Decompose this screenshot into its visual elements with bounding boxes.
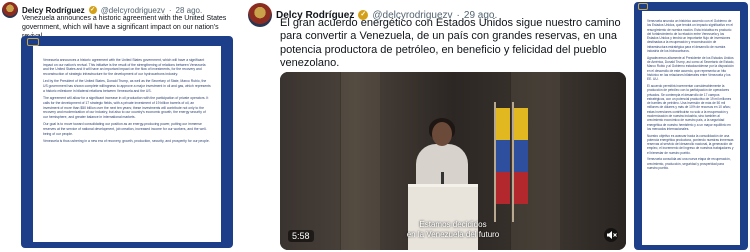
document-paragraph: Led by the President of the United State… — [43, 79, 211, 93]
video-duration: 5:58 — [288, 230, 314, 242]
left-tweet: Delcy Rodríguez ✓ @delcyrodriguezv · 28 … — [0, 0, 238, 252]
document-paragraph: The agreement will allow for a significa… — [43, 96, 209, 119]
document-paragraph: Nuestro objetivo es avanzar hacia la con… — [647, 133, 734, 155]
document-paragraph: Venezuela consolida así una nueva etapa … — [647, 157, 731, 171]
document-paragraph: Agradecemos altamente al Presidente de l… — [647, 55, 735, 82]
document-paragraph: Venezuela is thus ushering in a new era … — [43, 138, 210, 143]
subtitle-line: Estamos decididos — [419, 220, 487, 229]
document-page: Venezuela announces a historic agreement… — [33, 46, 221, 242]
tweet-image-document[interactable]: Venezuela announces a historic agreement… — [21, 36, 233, 248]
venezuela-flag-icon — [514, 108, 528, 204]
video-player[interactable]: Estamos decididos en la Venezuela del fu… — [280, 72, 626, 250]
tweet-image-document[interactable]: Venezuela anuncia un histórico acuerdo c… — [634, 2, 748, 250]
verified-badge-icon: ✓ — [88, 6, 97, 14]
middle-tweet: Delcy Rodríguez ✓ @delcyrodriguezv · 29 … — [246, 0, 626, 252]
document-paragraph: Our goal is to move toward consolidating… — [43, 122, 207, 136]
speaker-head — [432, 122, 452, 146]
tweet-text: El gran acuerdo energético con Estados U… — [280, 17, 621, 70]
avatar[interactable] — [248, 3, 272, 27]
right-document-panel: Venezuela anuncia un histórico acuerdo c… — [632, 0, 750, 252]
document-page: Venezuela anuncia un histórico acuerdo c… — [642, 11, 740, 245]
stamp-icon — [27, 38, 39, 46]
venezuela-flag-icon — [496, 108, 510, 204]
document-paragraph: Venezuela announces a historic agreement… — [43, 58, 206, 77]
document-paragraph: El acuerdo permitirá incrementar conside… — [647, 83, 732, 131]
document-paragraph: Venezuela anuncia un histórico acuerdo c… — [647, 19, 733, 54]
video-subtitle: Estamos decididos en la Venezuela del fu… — [280, 220, 626, 240]
mute-icon[interactable] — [604, 228, 618, 242]
avatar[interactable] — [2, 2, 18, 18]
subtitle-line: en la Venezuela del futuro — [406, 230, 500, 239]
stamp-icon — [638, 3, 648, 10]
document-text: Venezuela announces a historic agreement… — [43, 58, 211, 144]
document-text: Venezuela anuncia un histórico acuerdo c… — [647, 19, 735, 170]
podium — [408, 184, 478, 250]
